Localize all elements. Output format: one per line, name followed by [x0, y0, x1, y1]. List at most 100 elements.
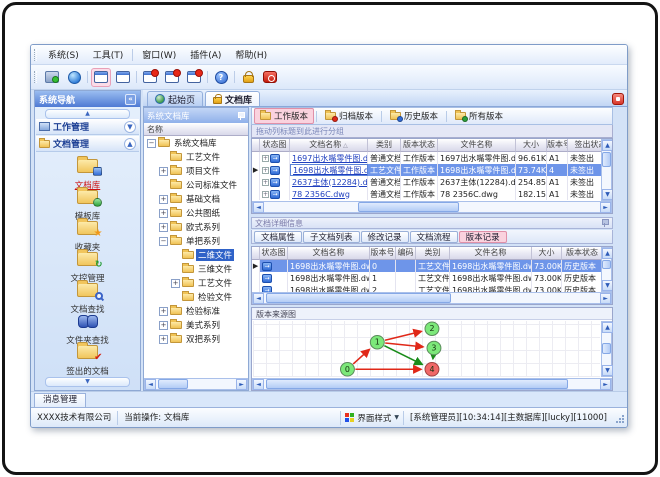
- column-header[interactable]: 版本号: [370, 247, 396, 260]
- column-header[interactable]: [252, 139, 260, 152]
- sidebar-item-favorites[interactable]: ★ 收藏夹: [35, 217, 140, 253]
- tree-row[interactable]: 检验文件: [144, 290, 248, 304]
- row-expander-icon[interactable]: +: [262, 154, 269, 162]
- tree-node-label[interactable]: 工艺文件: [196, 277, 234, 289]
- column-header[interactable]: 版本号: [547, 139, 568, 152]
- message-panel-tab[interactable]: 消息管理: [34, 393, 87, 407]
- table-row[interactable]: ▶+→1698出水嘴零件图.dwg工艺文件工作版本1698出水嘴零件图.dwg7…: [252, 164, 612, 176]
- nav-group-work[interactable]: 工作管理 ▼: [36, 119, 139, 135]
- graph-hscrollbar[interactable]: ◄ ►: [252, 378, 612, 390]
- tree-row[interactable]: + 检验标准: [144, 304, 248, 318]
- tree-node-label[interactable]: 公司标准文件: [184, 179, 239, 191]
- column-header[interactable]: 版本状态: [401, 139, 438, 152]
- document-link[interactable]: 78 2356C.dwg: [292, 189, 350, 200]
- tree-node-label[interactable]: 双把系列: [184, 333, 222, 345]
- tree-node-label[interactable]: 美式系列: [184, 319, 222, 331]
- globe-button[interactable]: [64, 68, 84, 87]
- document-link[interactable]: 1698出水嘴零件图.dwg: [293, 165, 367, 175]
- ui-style-button[interactable]: 界面样式 ▼: [340, 410, 403, 425]
- chevron-down-icon[interactable]: ▼: [124, 120, 136, 133]
- nav-header[interactable]: 系统导航 «: [35, 91, 140, 107]
- document-grid-vscrollbar[interactable]: ▲ ▼: [601, 139, 612, 201]
- version-button-2[interactable]: 历史版本: [384, 108, 444, 124]
- sidebar-item-folder-search[interactable]: 文件夹查找: [35, 310, 140, 346]
- collapse-sidebar-icon[interactable]: «: [125, 93, 136, 105]
- tree-row[interactable]: + 工艺文件: [144, 276, 248, 290]
- menu-item-4[interactable]: 帮助(H): [228, 46, 274, 63]
- menu-item-3[interactable]: 插件(A): [183, 46, 228, 63]
- column-header[interactable]: 文档名称: [288, 247, 370, 260]
- menu-item-2[interactable]: 窗口(W): [135, 46, 183, 63]
- version-grid-hscrollbar[interactable]: ◄ ►: [252, 292, 612, 304]
- pin-icon[interactable]: [600, 218, 609, 228]
- column-header[interactable]: 文件名称: [438, 139, 516, 152]
- tree-row[interactable]: + 双把系列: [144, 332, 248, 346]
- toolbar-grip[interactable]: [34, 71, 37, 83]
- tree-row[interactable]: 二维文件: [144, 248, 248, 262]
- version-graph-canvas[interactable]: 0 1 2 3 4: [253, 321, 600, 377]
- table-row[interactable]: → 1698出水嘴零件图.dwg 1 工艺文件 1698出水嘴零件图.dwg 73.00K…: [252, 272, 612, 284]
- detail-tab-3[interactable]: 文档流程: [409, 230, 458, 243]
- vscroll-thumb[interactable]: [602, 152, 611, 168]
- tree-row[interactable]: 公司标准文件: [144, 178, 248, 192]
- column-header[interactable]: 状态图: [260, 139, 290, 152]
- tree-column-header[interactable]: 名称: [144, 123, 248, 136]
- detail-tab-2[interactable]: 修改记录: [360, 230, 409, 243]
- message-badge-button[interactable]: [162, 68, 182, 87]
- tree-row[interactable]: 三维文件: [144, 262, 248, 276]
- column-header[interactable]: 文档名称 △: [290, 139, 368, 152]
- resize-grip[interactable]: [613, 412, 625, 424]
- version-button-1[interactable]: 归档版本: [319, 108, 379, 124]
- tree-row[interactable]: + 公共图纸: [144, 206, 248, 220]
- expand-plus-icon[interactable]: +: [159, 320, 168, 330]
- table-row[interactable]: +→2637主体(12284).dwg普通文档工作版本2637主体(12284)…: [252, 176, 612, 188]
- chevron-up-icon[interactable]: ▲: [124, 137, 136, 150]
- scroll-right-icon[interactable]: ►: [600, 379, 611, 390]
- column-header[interactable]: 类别: [368, 139, 401, 152]
- collapse-minus-icon[interactable]: −: [147, 138, 156, 148]
- column-header[interactable]: 大小: [516, 139, 547, 152]
- hscroll-thumb[interactable]: [266, 379, 569, 389]
- scroll-left-icon[interactable]: ◄: [253, 293, 264, 304]
- scroll-up-icon[interactable]: ▲: [602, 140, 612, 151]
- table-row[interactable]: ▶ → 1698出水嘴零件图.dwg 0 工艺文件 1698出水嘴零件图.dwg 73.00…: [252, 260, 612, 272]
- lock-button[interactable]: [238, 68, 258, 87]
- group-by-band[interactable]: 拖动列标题到此进行分组: [251, 125, 613, 138]
- detail-tab-1[interactable]: 子文档列表: [303, 230, 360, 243]
- menu-item-1[interactable]: 工具(T): [86, 46, 131, 63]
- hscroll-thumb[interactable]: [266, 293, 451, 303]
- tree-node-label[interactable]: 工艺文件: [184, 151, 222, 163]
- version-button-3[interactable]: 所有版本: [449, 108, 509, 124]
- tree-node-label[interactable]: 单把系列: [184, 235, 222, 247]
- sidebar-item-doc-control[interactable]: ↻ 文控管理: [35, 248, 140, 284]
- document-link[interactable]: 2637主体(12284).dwg: [292, 177, 367, 188]
- tree-row[interactable]: + 项目文件: [144, 164, 248, 178]
- column-header[interactable]: 文件名称: [450, 247, 532, 260]
- version-grid-vscrollbar[interactable]: ▲ ▼: [601, 247, 612, 292]
- exit-button[interactable]: [260, 68, 280, 87]
- column-header[interactable]: 状态图: [260, 247, 288, 260]
- expand-plus-icon[interactable]: +: [159, 208, 168, 218]
- menu-grip[interactable]: [34, 48, 37, 61]
- help-button[interactable]: ?: [211, 68, 231, 87]
- tree-node-label[interactable]: 公共图纸: [184, 207, 222, 219]
- vscroll-thumb[interactable]: [602, 260, 611, 270]
- sidebar-item-doc-search[interactable]: 文档查找: [35, 279, 140, 315]
- scroll-down-icon[interactable]: ▼: [602, 365, 613, 376]
- row-expander-icon[interactable]: +: [262, 178, 269, 186]
- sidebar-item-doc-library[interactable]: 文档库: [35, 155, 140, 191]
- window-button[interactable]: [91, 67, 111, 87]
- vscroll-thumb[interactable]: [602, 342, 611, 354]
- scroll-up-icon[interactable]: ▲: [602, 248, 612, 259]
- tree-node-label[interactable]: 检验文件: [196, 291, 234, 303]
- menu-item-0[interactable]: 系统(S): [41, 46, 86, 63]
- detail-tab-4[interactable]: 版本记录: [458, 230, 507, 243]
- expand-plus-icon[interactable]: +: [159, 334, 168, 344]
- tree-row[interactable]: − 单把系列: [144, 234, 248, 248]
- expand-plus-icon[interactable]: +: [159, 222, 168, 232]
- row-expander-icon[interactable]: +: [262, 190, 269, 198]
- sidebar-item-template-library[interactable]: 模板库: [35, 186, 140, 222]
- column-header[interactable]: 版本状态: [562, 247, 603, 260]
- collapse-minus-icon[interactable]: −: [159, 236, 168, 246]
- expand-plus-icon[interactable]: +: [171, 278, 180, 288]
